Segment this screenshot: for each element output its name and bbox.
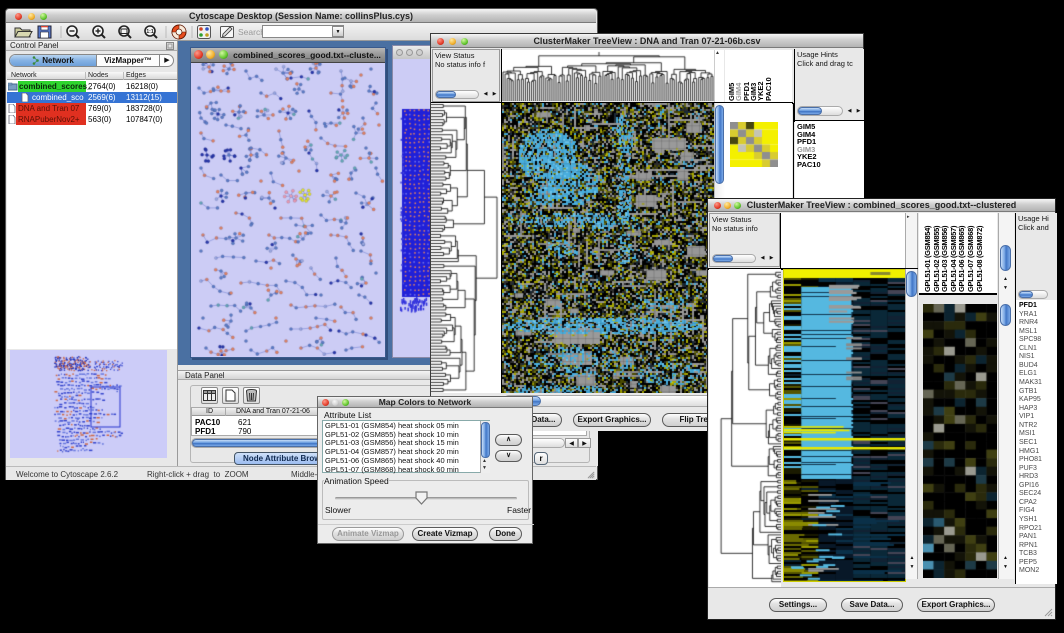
svg-text:1:1: 1:1 — [146, 29, 153, 35]
